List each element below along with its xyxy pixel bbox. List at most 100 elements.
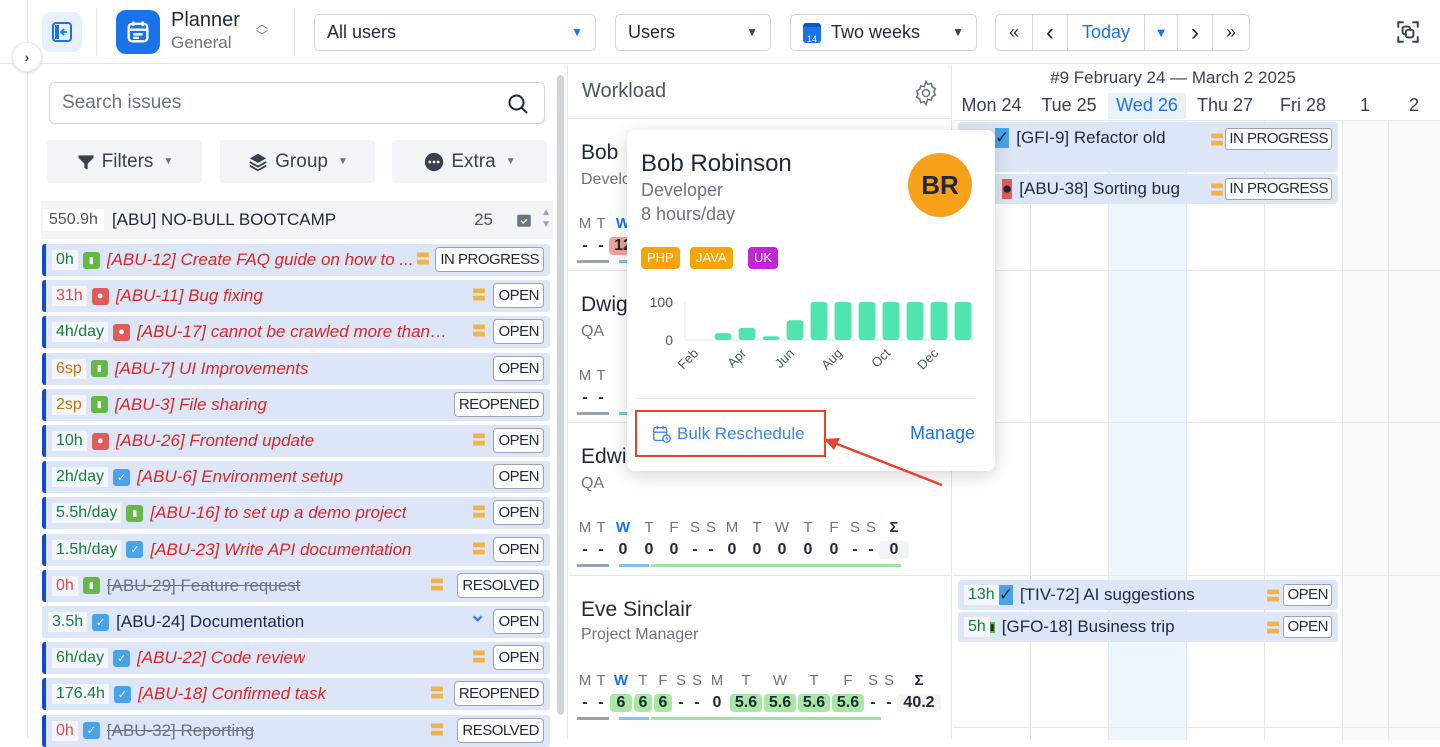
bulk-reschedule-button[interactable]: Bulk Reschedule (635, 410, 826, 457)
issue-title[interactable]: [ABU-24] Documentation (116, 612, 304, 632)
scrollbar[interactable] (557, 75, 564, 715)
issue-estimate: 10h (52, 431, 87, 451)
today-menu-button[interactable]: ▼ (1145, 15, 1178, 50)
issue-title[interactable]: [ABU-18] Confirmed task (138, 684, 326, 704)
group-name: [ABU] NO-BULL BOOTCAMP (111, 210, 337, 229)
priority-medium-icon: 〓 (472, 540, 486, 557)
issue-title[interactable]: [ABU-12] Create FAQ guide on how to ... (107, 250, 414, 270)
issue-title[interactable]: [ABU-3] File sharing (115, 395, 267, 415)
calendar-event[interactable]: ✓[GFI-9] Refactor oldeIN PROGRESS〓 (958, 122, 1338, 172)
issue-title[interactable]: [ABU-7] UI Improvements (115, 359, 309, 379)
app-switcher-updown-icon[interactable]: ︿ ﹀ (256, 18, 268, 42)
week-line-past (577, 564, 609, 567)
popover-user-role: Developer (641, 180, 724, 200)
status-badge[interactable]: OPEN (493, 319, 544, 345)
issue-estimate: 0h (52, 250, 78, 270)
status-badge[interactable]: IN PROGRESS (1225, 128, 1332, 150)
issue-title[interactable]: [ABU-17] cannot be crawled more than ... (137, 322, 447, 342)
status-badge[interactable]: RESOLVED (457, 717, 544, 743)
status-badge[interactable]: OPEN (493, 464, 544, 490)
issue-row[interactable]: 3.5h ✓ [ABU-24] Documentation OPEN ⌄ (42, 604, 550, 638)
issue-row[interactable]: 6sp ▮ [ABU-7] UI Improvements OPEN (42, 352, 550, 385)
issue-row[interactable]: 1.5h/day ✓ [ABU-23] Write API documentatio… (42, 533, 550, 566)
status-badge[interactable]: OPEN (493, 500, 544, 526)
issue-title[interactable]: [ABU-29] Feature request (107, 576, 301, 596)
calendar-event[interactable]: ● [ABU-38] Sorting bug IN PROGRESS 〓 (978, 174, 1338, 204)
issue-row[interactable]: 0h ✓ [ABU-32] Reporting RESOLVED 〓 (42, 714, 550, 747)
day-header[interactable]: Tue 25 (1030, 93, 1108, 119)
calendar-event[interactable]: 5h ▮ [GFO-18] Business trip OPEN 〓 (958, 612, 1338, 642)
group-button[interactable]: Group ▼ (220, 140, 375, 183)
filters-button[interactable]: Filters ▼ (47, 140, 202, 183)
status-badge[interactable]: OPEN (493, 428, 544, 453)
week-line-future (651, 564, 901, 567)
prev-button[interactable]: ‹ (1033, 15, 1068, 50)
today-button[interactable]: Today (1068, 15, 1145, 50)
workload-user[interactable]: Eve Sinclair Project Manager M T W T F S S M T W T F S… (569, 575, 952, 727)
filter-icon (78, 154, 94, 169)
gear-icon[interactable] (912, 79, 940, 107)
day-header[interactable]: 2 (1388, 93, 1440, 119)
day-value: - (598, 237, 604, 254)
chart-bar (858, 302, 876, 340)
day-value: 6 (610, 694, 632, 712)
status-badge[interactable]: OPEN (493, 355, 544, 381)
status-badge[interactable]: OPEN (493, 609, 544, 634)
calendar-check-icon[interactable] (515, 211, 533, 229)
issue-row[interactable]: 2h/day ✓ [ABU-6] Environment setup OPEN (42, 461, 550, 494)
collapse-sidebar-button[interactable] (42, 12, 82, 52)
status-badge[interactable]: REOPENED (453, 681, 544, 707)
issue-row[interactable]: 2sp ▮ [ABU-3] File sharing REOPENED (42, 388, 550, 421)
day-header[interactable]: 1 (1342, 93, 1388, 119)
issue-row[interactable]: 31h ● [ABU-11] Bug fixing OPEN 〓 (42, 280, 550, 313)
issue-title[interactable]: [ABU-6] Environment setup (137, 467, 343, 487)
issue-row[interactable]: 5.5h/day ▮ [ABU-16] to set up a demo proje… (42, 497, 550, 530)
chart-bar (738, 327, 756, 340)
issue-title[interactable]: [ABU-22] Code review (137, 648, 305, 668)
issue-title[interactable]: [ABU-26] Frontend update (116, 431, 314, 451)
calendar-event[interactable]: 13h ✓ [TIV-72] AI suggestions OPEN 〓 (958, 580, 1338, 610)
event-title: [GFO-18] Business trip (1001, 617, 1175, 636)
status-badge[interactable]: REOPENED (453, 391, 544, 417)
first-page-button[interactable]: « (996, 15, 1033, 50)
next-button[interactable]: › (1178, 15, 1213, 50)
status-badge[interactable]: OPEN (493, 536, 544, 562)
chart-bar (714, 333, 732, 340)
chevron-down-icon: ▼ (1154, 25, 1168, 40)
status-badge[interactable]: OPEN (1283, 616, 1332, 638)
issue-title[interactable]: [ABU-23] Write API documentation (150, 540, 411, 560)
day-header[interactable]: Fri 28 (1264, 93, 1342, 119)
issue-row[interactable]: 4h/day ● [ABU-17] cannot be crawled more t… (42, 316, 550, 349)
chart-bar (786, 320, 804, 340)
issue-row[interactable]: 6h/day ✓ [ABU-22] Code review OPEN 〓 (42, 642, 550, 675)
day-letter: S (849, 519, 860, 536)
status-badge[interactable]: OPEN (1283, 584, 1332, 606)
last-page-button[interactable]: » (1213, 15, 1249, 50)
users-filter-select[interactable]: All users ▼ (314, 14, 596, 51)
issue-row[interactable]: 10h ● [ABU-26] Frontend update OPEN 〓 (42, 425, 550, 457)
issue-row[interactable]: 0h ▮ [ABU-12] Create FAQ guide on how to .… (42, 244, 550, 276)
issue-title[interactable]: [ABU-16] to set up a demo project (150, 503, 406, 523)
issue-row[interactable]: 176.4h ✓ [ABU-18] Confirmed task REOPENED 〓 (42, 678, 550, 711)
status-badge[interactable]: OPEN (493, 645, 544, 671)
status-badge[interactable]: RESOLVED (457, 572, 544, 598)
period-select[interactable]: 14 Two weeks ▼ (790, 14, 977, 51)
issue-row[interactable]: 0h ▮ [ABU-29] Feature request RESOLVED 〓 (42, 569, 550, 602)
status-badge[interactable]: OPEN (493, 283, 544, 309)
issue-group-header[interactable]: 550.9h [ABU] NO-BULL BOOTCAMP 25 ▲ ▼ (41, 201, 553, 239)
expand-rail-button[interactable]: › (12, 42, 42, 72)
status-badge[interactable]: IN PROGRESS (1225, 178, 1332, 200)
day-header[interactable]: Thu 27 (1186, 93, 1264, 119)
issue-title[interactable]: [ABU-11] Bug fixing (116, 286, 263, 306)
sort-icon[interactable]: ▲ ▼ (541, 207, 551, 231)
day-value: - (598, 541, 604, 558)
task-type-icon: ✓ (113, 468, 131, 486)
issue-estimate: 1.5h/day (52, 539, 122, 560)
search-issues-input[interactable]: Search issues (49, 82, 545, 124)
day-header[interactable]: Wed 26 (1108, 93, 1186, 119)
day-header[interactable]: Mon 24 (953, 93, 1030, 119)
status-badge[interactable]: IN PROGRESS (435, 247, 544, 272)
fullscreen-button[interactable] (1395, 19, 1421, 50)
group-by-select[interactable]: Users ▼ (615, 14, 771, 51)
extra-button[interactable]: Extra ▼ (392, 140, 547, 183)
